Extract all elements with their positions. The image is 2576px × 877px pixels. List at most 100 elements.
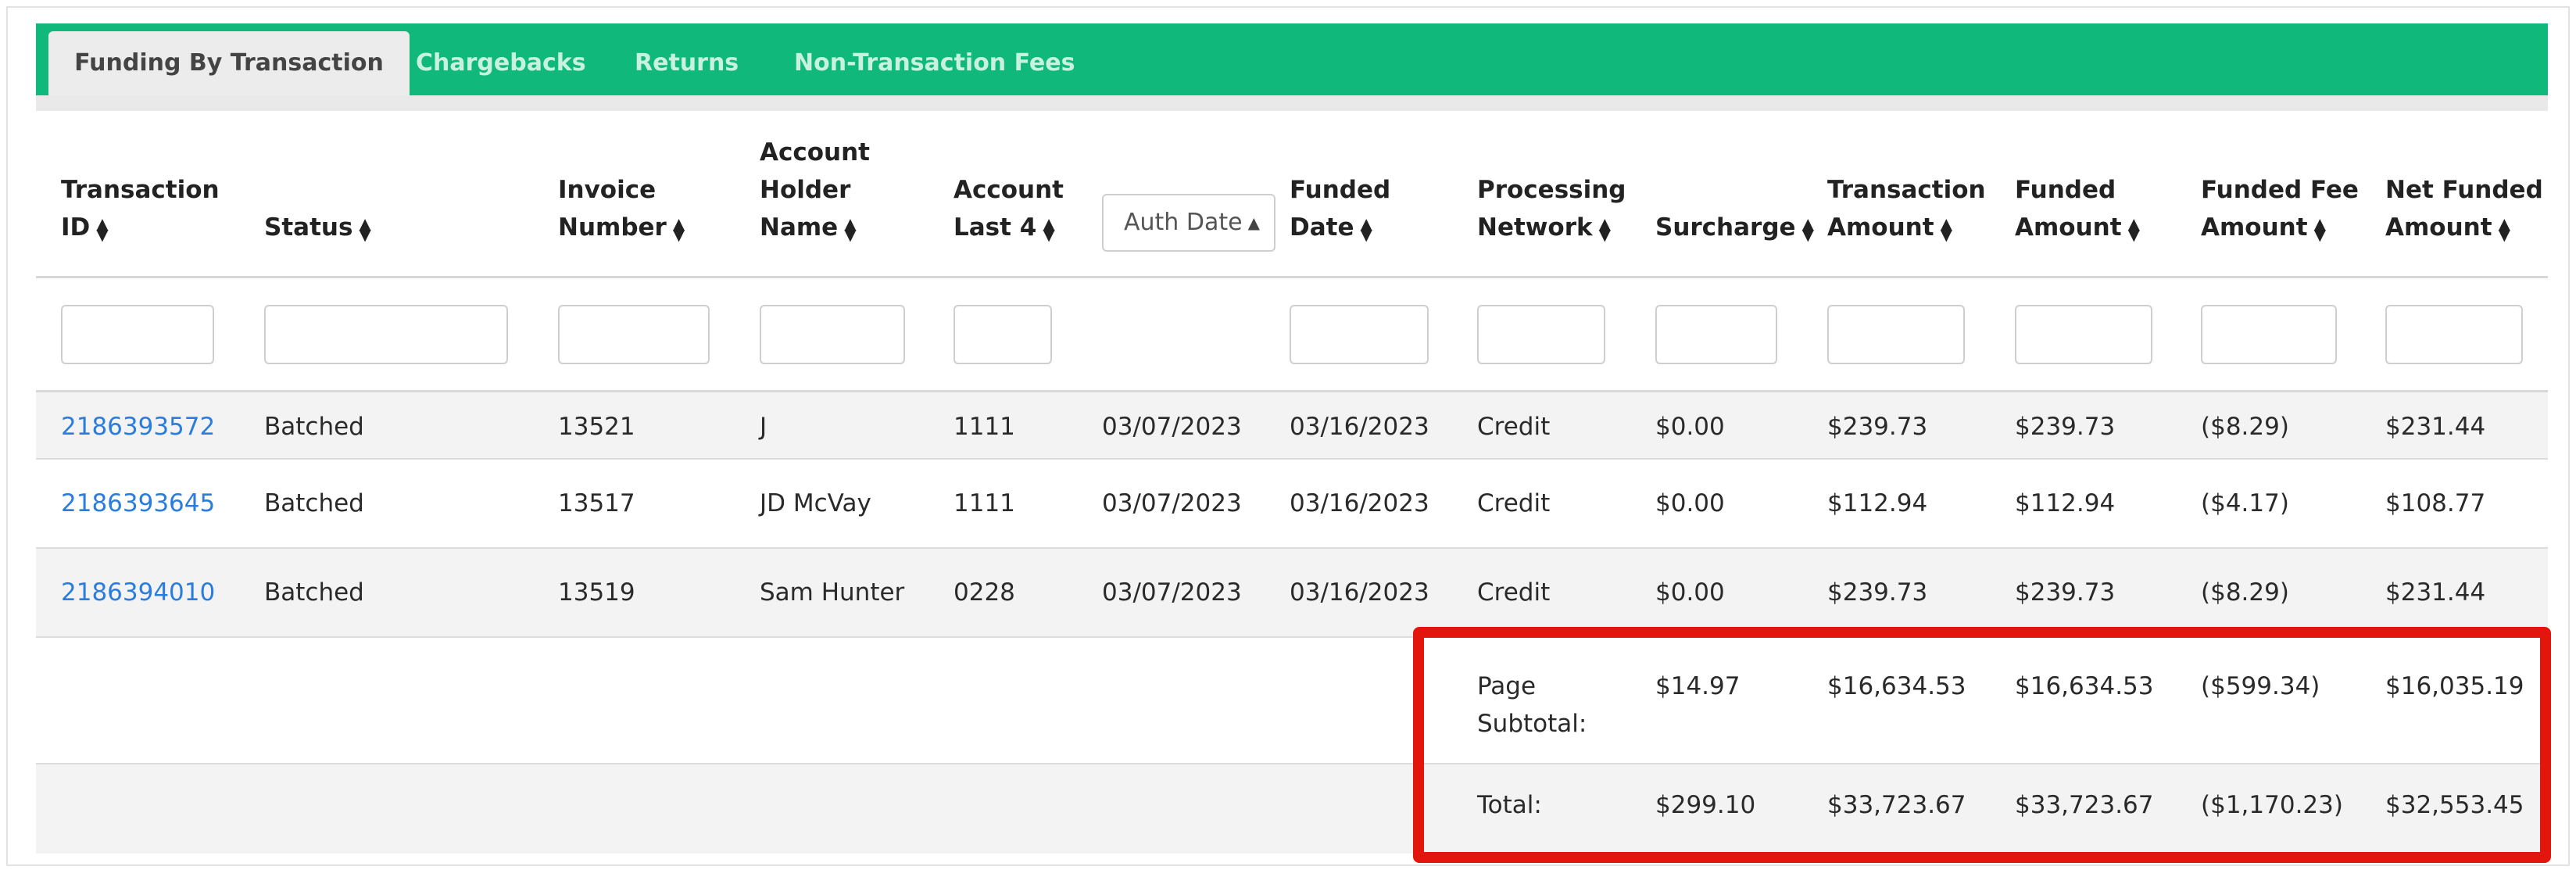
auth-date-select[interactable]: Auth Date ▲▼ xyxy=(1102,194,1275,252)
status-cell: Batched xyxy=(264,413,364,441)
header-funded-fee-amount[interactable]: Funded Fee Amount ▲ ▼ xyxy=(2201,171,2359,246)
header-account-holder-name[interactable]: Account Holder Name ▲ ▼ xyxy=(760,134,870,246)
filter-net-funded-input[interactable] xyxy=(2385,305,2523,364)
transaction-id-link[interactable]: 2186393572 xyxy=(61,413,215,441)
filter-status-input[interactable] xyxy=(264,305,508,364)
sort-icon[interactable]: ▲ ▼ xyxy=(1802,216,1814,242)
tab-bar: Funding By Transaction Chargebacks Retur… xyxy=(36,23,2548,95)
surcharge-cell: $0.00 xyxy=(1655,413,1725,441)
sort-icon[interactable]: ▲ ▼ xyxy=(2128,216,2140,242)
sort-icon[interactable]: ▲ ▼ xyxy=(2314,216,2326,242)
filter-funded-amount-input[interactable] xyxy=(2015,305,2152,364)
status-cell: Batched xyxy=(264,578,364,607)
tab-content-strip xyxy=(36,95,2548,111)
net-funded-cell: $231.44 xyxy=(2385,578,2486,607)
header-label: Amount xyxy=(1827,213,1934,242)
filter-funded-fee-input[interactable] xyxy=(2201,305,2337,364)
filter-account-holder-input[interactable] xyxy=(760,305,905,364)
invoice-cell: 13517 xyxy=(558,489,635,517)
filter-transaction-amount-input[interactable] xyxy=(1827,305,1965,364)
header-transaction-amount[interactable]: Transaction Amount ▲ ▼ xyxy=(1827,171,1986,246)
filter-transaction-id-input[interactable] xyxy=(61,305,214,364)
filter-row xyxy=(36,278,2548,392)
holder-cell: JD McVay xyxy=(760,489,871,517)
last4-cell: 1111 xyxy=(953,413,1015,441)
invoice-cell: 13521 xyxy=(558,413,635,441)
funded-fee-cell: ($4.17) xyxy=(2201,489,2289,517)
header-label: Funded xyxy=(1290,176,1391,204)
header-label: Date xyxy=(1290,213,1354,242)
header-label: ID xyxy=(61,213,91,242)
transaction-amount-cell: $239.73 xyxy=(1827,578,1928,607)
header-surcharge[interactable]: Surcharge ▲ ▼ xyxy=(1655,209,1814,246)
funded-date-cell: 03/16/2023 xyxy=(1290,489,1429,517)
header-label: Funded Fee xyxy=(2201,176,2359,204)
sort-icon[interactable]: ▲ ▼ xyxy=(96,216,108,242)
transaction-id-link[interactable]: 2186394010 xyxy=(61,578,215,607)
transaction-amount-cell: $112.94 xyxy=(1827,489,1928,517)
sort-icon[interactable]: ▲ ▼ xyxy=(1043,216,1054,242)
sort-icon[interactable]: ▲ ▼ xyxy=(359,216,370,242)
header-label: Account xyxy=(760,138,870,166)
surcharge-cell: $0.00 xyxy=(1655,578,1725,607)
last4-cell: 0228 xyxy=(953,578,1015,607)
transaction-id-link[interactable]: 2186393645 xyxy=(61,489,215,517)
funded-date-cell: 03/16/2023 xyxy=(1290,413,1429,441)
header-label: Funded xyxy=(2015,176,2116,204)
sort-icon[interactable]: ▲ ▼ xyxy=(844,216,856,242)
header-label: Last 4 xyxy=(953,213,1037,242)
net-funded-cell: $231.44 xyxy=(2385,413,2486,441)
sort-icon[interactable]: ▲ ▼ xyxy=(1599,216,1611,242)
header-label: Transaction xyxy=(1827,176,1986,204)
sort-icon[interactable]: ▲ ▼ xyxy=(673,216,685,242)
funded-amount-cell: $239.73 xyxy=(2015,578,2116,607)
invoice-cell: 13519 xyxy=(558,578,635,607)
header-label: Transaction xyxy=(61,176,220,204)
header-invoice-number[interactable]: Invoice Number ▲ ▼ xyxy=(558,171,685,246)
tab-returns[interactable]: Returns xyxy=(635,31,739,95)
filter-surcharge-input[interactable] xyxy=(1655,305,1777,364)
header-account-last4[interactable]: Account Last 4 ▲ ▼ xyxy=(953,171,1064,246)
tab-non-transaction-fees[interactable]: Non-Transaction Fees xyxy=(794,31,1075,95)
header-label: Amount xyxy=(2385,213,2492,242)
tab-funding-by-transaction[interactable]: Funding By Transaction xyxy=(48,31,410,95)
filter-invoice-number-input[interactable] xyxy=(558,305,710,364)
header-processing-network[interactable]: Processing Network ▲ ▼ xyxy=(1477,171,1626,246)
filter-funded-date-input[interactable] xyxy=(1290,305,1429,364)
header-net-funded-amount[interactable]: Net Funded Amount ▲ ▼ xyxy=(2385,171,2543,246)
last4-cell: 1111 xyxy=(953,489,1015,517)
sort-icon[interactable]: ▲ ▼ xyxy=(2499,216,2510,242)
transaction-amount-cell: $239.73 xyxy=(1827,413,1928,441)
holder-cell: Sam Hunter xyxy=(760,578,905,607)
table-row: 2186394010 Batched 13519 Sam Hunter 0228… xyxy=(36,549,2548,638)
header-funded-date[interactable]: Funded Date ▲ ▼ xyxy=(1290,171,1390,246)
header-transaction-id[interactable]: Transaction ID ▲ ▼ xyxy=(61,171,220,246)
header-label: Account xyxy=(953,176,1064,204)
network-cell: Credit xyxy=(1477,489,1551,517)
auth-date-cell: 03/07/2023 xyxy=(1102,578,1242,607)
header-funded-amount[interactable]: Funded Amount ▲ ▼ xyxy=(2015,171,2140,246)
sort-icon[interactable]: ▲ ▼ xyxy=(1361,216,1372,242)
filter-account-last4-input[interactable] xyxy=(953,305,1052,364)
header-label: Invoice xyxy=(558,176,657,204)
sort-icon[interactable]: ▲ ▼ xyxy=(1941,216,1952,242)
network-cell: Credit xyxy=(1477,578,1551,607)
funded-fee-cell: ($8.29) xyxy=(2201,413,2289,441)
tab-chargebacks[interactable]: Chargebacks xyxy=(416,31,586,95)
header-label: Holder xyxy=(760,176,851,204)
header-label: Number xyxy=(558,213,667,242)
header-label: Processing xyxy=(1477,176,1626,204)
highlight-box xyxy=(1413,627,2551,863)
header-label: Network xyxy=(1477,213,1593,242)
header-status[interactable]: Status ▲ ▼ xyxy=(264,209,371,246)
filter-processing-network-input[interactable] xyxy=(1477,305,1605,364)
funded-date-cell: 03/16/2023 xyxy=(1290,578,1429,607)
auth-date-cell: 03/07/2023 xyxy=(1102,413,1242,441)
funded-fee-cell: ($8.29) xyxy=(2201,578,2289,607)
table-header: Transaction ID ▲ ▼ Status ▲ ▼ Invoice Number… xyxy=(36,111,2548,278)
header-label: Net Funded xyxy=(2385,176,2543,204)
status-cell: Batched xyxy=(264,489,364,517)
auth-date-cell: 03/07/2023 xyxy=(1102,489,1242,517)
header-label: Surcharge xyxy=(1655,213,1796,242)
header-label: Status xyxy=(264,213,353,242)
